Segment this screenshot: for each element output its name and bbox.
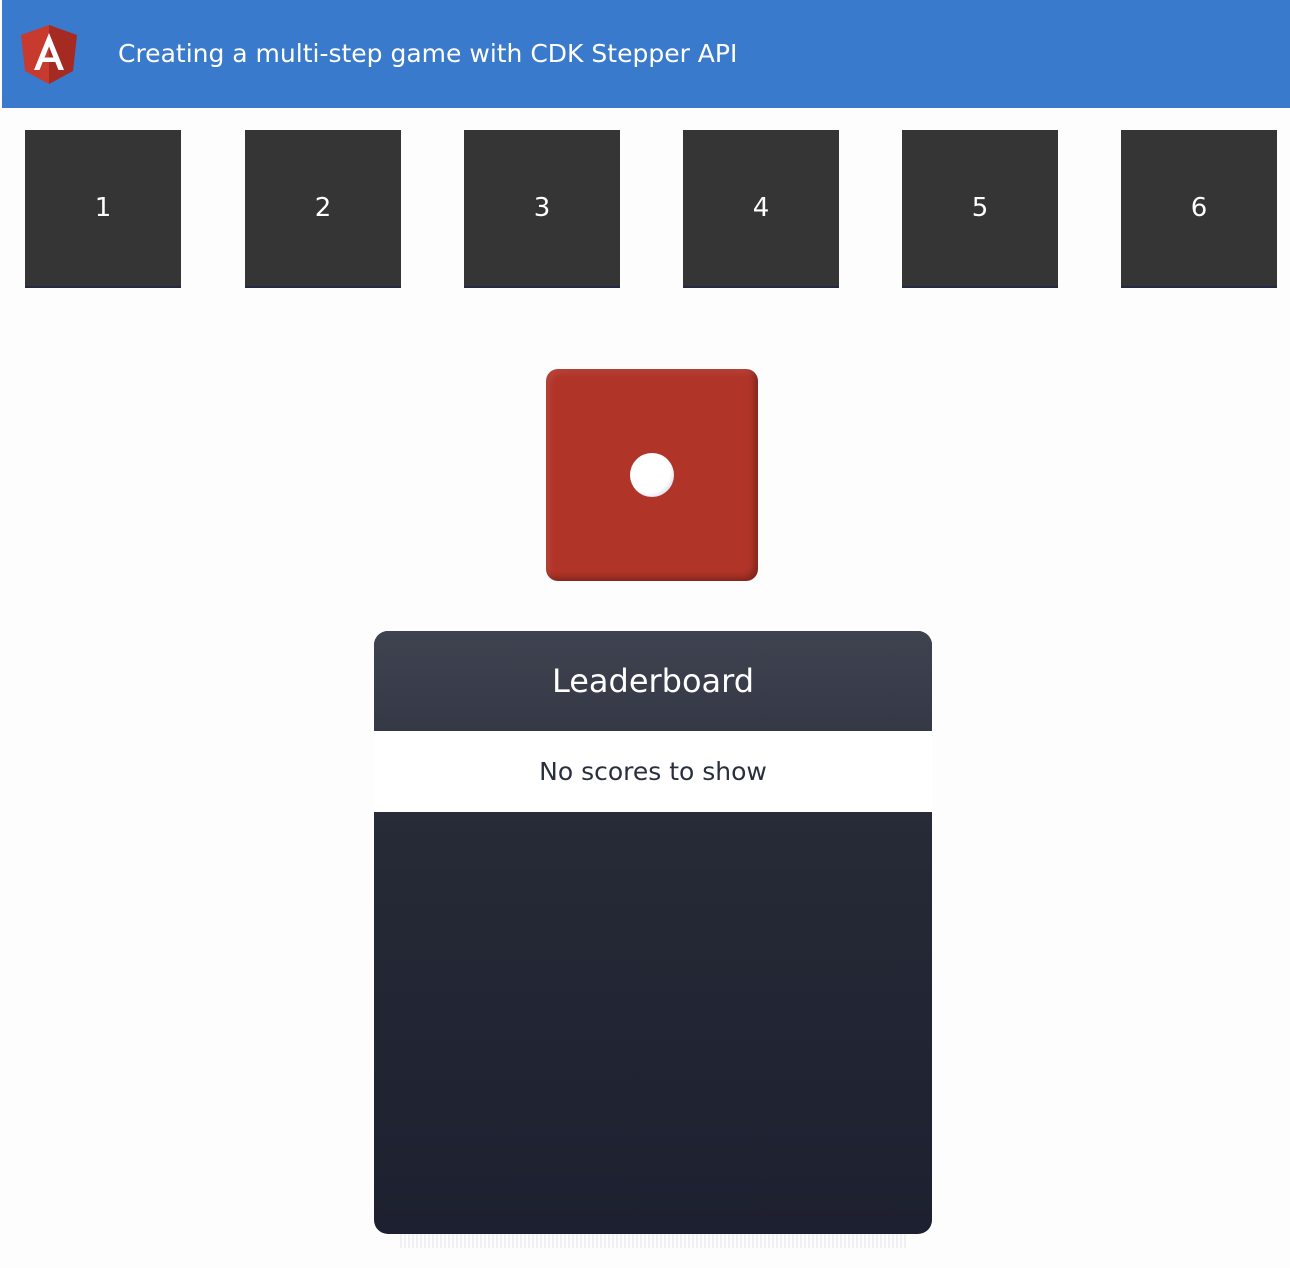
step-4[interactable]: 4: [683, 130, 839, 288]
step-6[interactable]: 6: [1121, 130, 1277, 288]
stepper-steps: 1 2 3 4 5 6: [0, 130, 1290, 288]
page-title: Creating a multi-step game with CDK Step…: [118, 39, 738, 68]
step-3[interactable]: 3: [464, 130, 620, 288]
leaderboard-shadow: [400, 1234, 908, 1248]
dice[interactable]: [546, 369, 758, 581]
step-2[interactable]: 2: [245, 130, 401, 288]
leaderboard-title: Leaderboard: [374, 631, 932, 731]
leaderboard-panel: Leaderboard No scores to show: [374, 631, 932, 1234]
dice-pip: [630, 453, 674, 497]
step-5[interactable]: 5: [902, 130, 1058, 288]
page: Creating a multi-step game with CDK Step…: [0, 0, 1290, 1268]
app-header: Creating a multi-step game with CDK Step…: [2, 0, 1290, 108]
leaderboard-empty-message: No scores to show: [374, 731, 932, 812]
step-1[interactable]: 1: [25, 130, 181, 288]
dice-container: [546, 369, 758, 581]
angular-logo-icon: [18, 23, 80, 85]
